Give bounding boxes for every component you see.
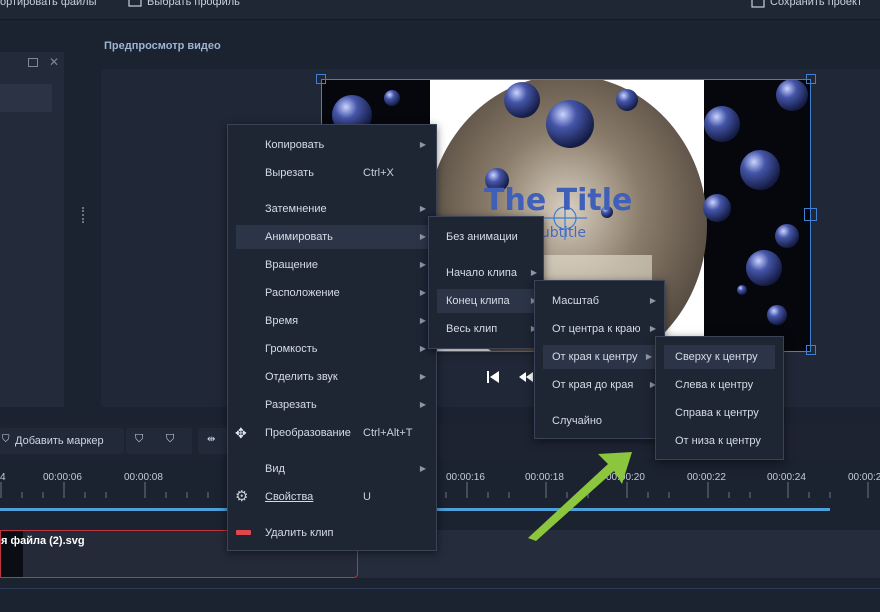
menu-item-left-to-center[interactable]: Слева к центру [656, 373, 783, 397]
preview-title: Предпросмотр видео [104, 40, 221, 52]
move-icon: ✥ [235, 425, 247, 441]
media-item[interactable] [0, 84, 52, 112]
save-icon [751, 0, 765, 8]
choose-profile-button[interactable]: Выбрать профиль [147, 0, 240, 8]
menu-item-detach-audio[interactable]: Отделить звук ▶ [228, 365, 436, 389]
menu-item-split[interactable]: Разрезать ▶ [228, 393, 436, 417]
delete-icon [236, 530, 251, 535]
menu-item-edge-to-center[interactable]: От края к центру ▶ [543, 345, 656, 369]
rewind-icon[interactable] [519, 371, 533, 383]
menu-item-no-animation[interactable]: Без анимации [429, 225, 543, 249]
menu-item-fade[interactable]: Затемнение ▶ [228, 197, 436, 221]
menu-item-right-to-center[interactable]: Справа к центру [656, 401, 783, 425]
menu-item-whole-clip[interactable]: Весь клип▶ [429, 317, 543, 341]
marker-icon: ⛉ [2, 434, 10, 445]
resize-handle-right[interactable] [804, 208, 817, 221]
menu-item-top-to-center[interactable]: Сверху к центру [664, 345, 775, 369]
tick-label: 00:00:22 [687, 472, 726, 483]
close-icon[interactable]: ✕ [49, 55, 59, 69]
title-overlay[interactable]: The Title [484, 183, 632, 218]
profile-icon [128, 0, 142, 7]
menu-item-position[interactable]: Расположение ▶ [228, 281, 436, 305]
end-clip-submenu: Масштаб ▶ От центра к краю ▶ От края к цен… [534, 280, 665, 439]
clip-context-menu: Копировать ▶ Вырезать Ctrl+X Затемнение ▶ А… [227, 124, 437, 551]
add-marker-button[interactable]: ⛉ Добавить маркер [0, 428, 124, 454]
edge-to-center-submenu: Сверху к центру Слева к центру Справа к … [655, 336, 784, 460]
menu-item-view[interactable]: Вид ▶ [228, 457, 436, 481]
menu-item-clip-start[interactable]: Начало клипа ▶ [429, 261, 543, 285]
restore-icon[interactable] [28, 58, 38, 67]
next-marker-icon[interactable]: ⛉ [166, 433, 174, 446]
gear-icon: ⚙ [235, 488, 249, 505]
menu-item-time[interactable]: Время ▶ [228, 309, 436, 333]
import-files-button[interactable]: ортировать файлы [0, 0, 96, 8]
panel-resize-handle[interactable] [82, 207, 84, 223]
animate-submenu: Без анимации Начало клипа▶ Конец клипа▶ … [428, 216, 544, 349]
tick-label: 00:00:08 [124, 472, 163, 483]
menu-item-edge-to-edge[interactable]: От края до края ▶ [535, 373, 664, 397]
tick-label: 00:00:16 [446, 472, 485, 483]
split-icon[interactable]: ⇹ [207, 434, 215, 445]
resize-handle-tr[interactable] [806, 74, 816, 84]
menu-item-random[interactable]: Случайно [535, 409, 664, 433]
menu-item-animate[interactable]: Анимировать ▶ [236, 225, 428, 249]
top-toolbar: ортировать файлы Выбрать профиль Сохрани… [0, 0, 880, 20]
add-marker-label: Добавить маркер [15, 435, 104, 447]
media-panel [0, 52, 64, 407]
menu-item-scale[interactable]: Масштаб ▶ [535, 289, 664, 313]
green-arrow-icon [528, 452, 632, 541]
skip-back-icon[interactable] [486, 369, 500, 385]
tick-label: 00:00:06 [43, 472, 82, 483]
menu-item-copy[interactable]: Копировать ▶ [228, 133, 436, 157]
menu-item-cut[interactable]: Вырезать Ctrl+X [228, 161, 436, 185]
clip-name: я файла (2).svg [1, 535, 85, 547]
menu-item-properties[interactable]: ⚙ Свойства U [228, 485, 436, 509]
menu-item-volume[interactable]: Громкость ▶ [228, 337, 436, 361]
divider [0, 588, 880, 589]
tick-label: 4 [0, 472, 6, 483]
resize-handle-br[interactable] [806, 345, 816, 355]
tick-label: 00:00:24 [767, 472, 806, 483]
menu-item-delete-clip[interactable]: Удалить клип [228, 521, 436, 545]
menu-item-transform[interactable]: ✥ Преобразование Ctrl+Alt+T [228, 421, 436, 445]
menu-item-rotate[interactable]: Вращение ▶ [228, 253, 436, 277]
menu-item-clip-end[interactable]: Конец клипа▶ [437, 289, 541, 313]
menu-item-center-to-edge[interactable]: От центра к краю ▶ [535, 317, 664, 341]
resize-handle-tl[interactable] [316, 74, 326, 84]
prev-marker-icon[interactable]: ⛉ [135, 433, 143, 446]
marker-nav-group: ⛉ ⛉ [126, 428, 192, 454]
menu-item-bottom-to-center[interactable]: От низа к центру [656, 429, 783, 453]
tick-label: 00:00:2 [848, 472, 880, 483]
split-group: ⇹ [198, 428, 228, 454]
save-project-button[interactable]: Сохранить проект [770, 0, 862, 8]
